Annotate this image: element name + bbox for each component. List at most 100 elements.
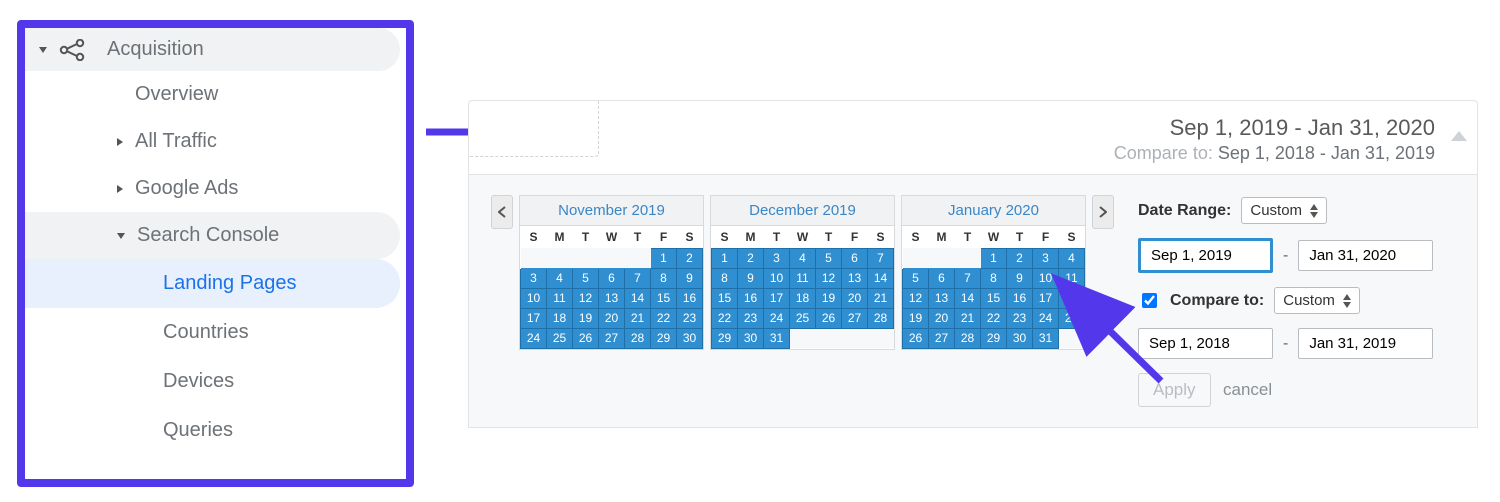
calendar-day[interactable]: 6 bbox=[842, 248, 868, 268]
calendar-day[interactable]: 18 bbox=[547, 308, 573, 328]
calendar-day[interactable]: 31 bbox=[1033, 328, 1059, 348]
compare-end-input[interactable] bbox=[1298, 328, 1433, 359]
calendar-day[interactable]: 28 bbox=[955, 328, 981, 348]
calendar-day[interactable]: 25 bbox=[547, 328, 573, 348]
calendar-day[interactable]: 21 bbox=[955, 308, 981, 328]
calendar-day[interactable]: 30 bbox=[677, 328, 703, 348]
calendar-next-button[interactable] bbox=[1092, 195, 1114, 229]
sidebar-item-search-console[interactable]: Search Console bbox=[25, 212, 400, 259]
nav-section-acquisition[interactable]: Acquisition bbox=[25, 28, 400, 71]
calendar-day[interactable]: 1 bbox=[651, 248, 677, 268]
calendar-day[interactable]: 26 bbox=[573, 328, 599, 348]
calendar-day[interactable]: 2 bbox=[738, 248, 764, 268]
calendar-day[interactable]: 6 bbox=[929, 268, 955, 288]
calendar-day[interactable]: 11 bbox=[547, 288, 573, 308]
calendar-day[interactable]: 20 bbox=[842, 288, 868, 308]
calendar-day[interactable]: 10 bbox=[1033, 268, 1059, 288]
calendar-day[interactable]: 27 bbox=[599, 328, 625, 348]
calendar-day[interactable]: 8 bbox=[651, 268, 677, 288]
calendar-day[interactable]: 28 bbox=[868, 308, 894, 328]
calendar-day[interactable]: 15 bbox=[981, 288, 1007, 308]
calendar-day[interactable]: 27 bbox=[929, 328, 955, 348]
calendar-day[interactable]: 30 bbox=[1007, 328, 1033, 348]
sidebar-subitem-landing-pages[interactable]: Landing Pages bbox=[25, 259, 400, 308]
calendar-day[interactable]: 17 bbox=[764, 288, 790, 308]
end-date-input[interactable] bbox=[1298, 240, 1433, 271]
calendar-day[interactable]: 29 bbox=[712, 328, 738, 348]
calendar-day[interactable]: 2 bbox=[1007, 248, 1033, 268]
calendar-day[interactable]: 5 bbox=[573, 268, 599, 288]
calendar-day[interactable]: 25 bbox=[790, 308, 816, 328]
calendar-day[interactable]: 10 bbox=[521, 288, 547, 308]
calendar-day[interactable]: 8 bbox=[981, 268, 1007, 288]
calendar-day[interactable]: 18 bbox=[1059, 288, 1085, 308]
calendar-day[interactable]: 15 bbox=[712, 288, 738, 308]
calendar-day[interactable]: 9 bbox=[1007, 268, 1033, 288]
calendar-day[interactable]: 29 bbox=[981, 328, 1007, 348]
calendar-day[interactable]: 22 bbox=[981, 308, 1007, 328]
calendar-day[interactable]: 23 bbox=[1007, 308, 1033, 328]
calendar-day[interactable]: 8 bbox=[712, 268, 738, 288]
calendar-day[interactable]: 21 bbox=[625, 308, 651, 328]
calendar-day[interactable]: 4 bbox=[790, 248, 816, 268]
calendar-day[interactable]: 6 bbox=[599, 268, 625, 288]
calendar-day[interactable]: 16 bbox=[677, 288, 703, 308]
calendar-day[interactable]: 24 bbox=[1033, 308, 1059, 328]
calendar-day[interactable]: 27 bbox=[842, 308, 868, 328]
calendar-day[interactable]: 19 bbox=[816, 288, 842, 308]
calendar-day[interactable]: 25 bbox=[1059, 308, 1085, 328]
calendar-day[interactable]: 1 bbox=[981, 248, 1007, 268]
calendar-day[interactable]: 13 bbox=[929, 288, 955, 308]
calendar-day[interactable]: 7 bbox=[955, 268, 981, 288]
calendar-day[interactable]: 21 bbox=[868, 288, 894, 308]
calendar-day[interactable]: 30 bbox=[738, 328, 764, 348]
sidebar-item-google-ads[interactable]: Google Ads bbox=[25, 165, 406, 212]
calendar-day[interactable]: 14 bbox=[955, 288, 981, 308]
calendar-day[interactable]: 24 bbox=[521, 328, 547, 348]
compare-select[interactable]: Custom bbox=[1274, 287, 1360, 314]
sidebar-item-overview[interactable]: Overview bbox=[25, 71, 406, 118]
date-range-header[interactable]: Sep 1, 2019 - Jan 31, 2020 Compare to: S… bbox=[469, 101, 1477, 174]
calendar-day[interactable]: 3 bbox=[1033, 248, 1059, 268]
calendar-day[interactable]: 22 bbox=[651, 308, 677, 328]
compare-start-input[interactable] bbox=[1138, 328, 1273, 359]
calendar-day[interactable]: 23 bbox=[677, 308, 703, 328]
collapse-icon[interactable] bbox=[1451, 131, 1467, 141]
start-date-input[interactable] bbox=[1138, 238, 1273, 273]
calendar-day[interactable]: 4 bbox=[1059, 248, 1085, 268]
calendar-day[interactable]: 15 bbox=[651, 288, 677, 308]
calendar-day[interactable]: 10 bbox=[764, 268, 790, 288]
calendar-day[interactable]: 12 bbox=[903, 288, 929, 308]
sidebar-subitem-devices[interactable]: Devices bbox=[25, 357, 406, 406]
calendar-day[interactable]: 16 bbox=[1007, 288, 1033, 308]
calendar-day[interactable]: 7 bbox=[868, 248, 894, 268]
calendar-day[interactable]: 14 bbox=[625, 288, 651, 308]
calendar-day[interactable]: 24 bbox=[764, 308, 790, 328]
calendar-day[interactable]: 13 bbox=[842, 268, 868, 288]
calendar-day[interactable]: 19 bbox=[573, 308, 599, 328]
calendar-day[interactable]: 7 bbox=[625, 268, 651, 288]
sidebar-subitem-countries[interactable]: Countries bbox=[25, 308, 406, 357]
calendar-day[interactable]: 11 bbox=[1059, 268, 1085, 288]
calendar-day[interactable]: 13 bbox=[599, 288, 625, 308]
calendar-day[interactable]: 12 bbox=[573, 288, 599, 308]
calendar-prev-button[interactable] bbox=[491, 195, 513, 229]
calendar-day[interactable]: 18 bbox=[790, 288, 816, 308]
calendar-day[interactable]: 16 bbox=[738, 288, 764, 308]
calendar-day[interactable]: 20 bbox=[929, 308, 955, 328]
calendar-day[interactable]: 23 bbox=[738, 308, 764, 328]
calendar-day[interactable]: 9 bbox=[738, 268, 764, 288]
calendar-day[interactable]: 5 bbox=[816, 248, 842, 268]
calendar-day[interactable]: 3 bbox=[521, 268, 547, 288]
calendar-day[interactable]: 29 bbox=[651, 328, 677, 348]
calendar-day[interactable]: 12 bbox=[816, 268, 842, 288]
calendar-day[interactable]: 9 bbox=[677, 268, 703, 288]
calendar-day[interactable]: 26 bbox=[903, 328, 929, 348]
sidebar-item-all-traffic[interactable]: All Traffic bbox=[25, 118, 406, 165]
calendar-day[interactable]: 31 bbox=[764, 328, 790, 348]
calendar-day[interactable]: 20 bbox=[599, 308, 625, 328]
calendar-day[interactable]: 11 bbox=[790, 268, 816, 288]
calendar-day[interactable]: 1 bbox=[712, 248, 738, 268]
calendar-day[interactable]: 26 bbox=[816, 308, 842, 328]
compare-checkbox[interactable] bbox=[1142, 293, 1157, 308]
